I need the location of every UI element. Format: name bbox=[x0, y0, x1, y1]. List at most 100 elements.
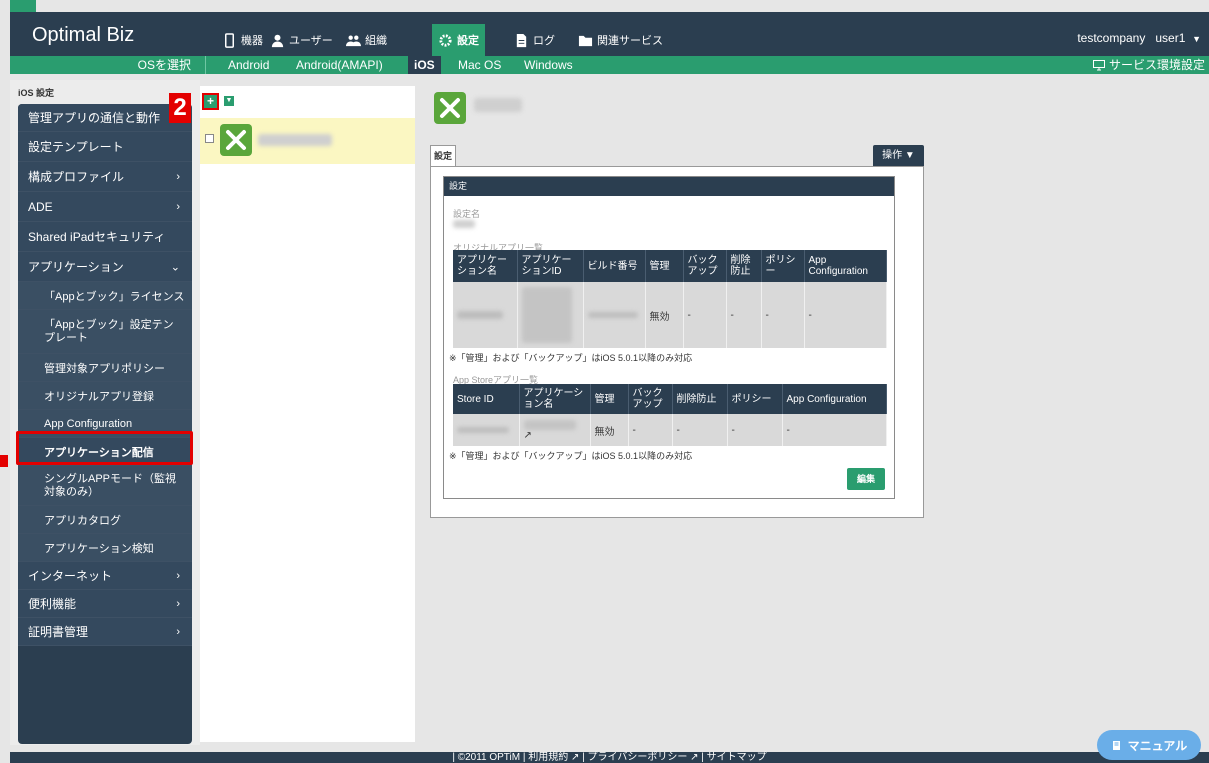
col-prevent-delete: 削除防止 bbox=[726, 250, 762, 282]
sidebar-item-vpp-template[interactable]: 「Appとブック」設定テンプレート bbox=[18, 310, 192, 354]
os-tab-android-amapi[interactable]: Android(AMAPI) bbox=[290, 56, 389, 74]
sidebar-item-label: 便利機能 bbox=[28, 597, 77, 611]
os-tab-windows[interactable]: Windows bbox=[518, 56, 579, 74]
sidebar-item-label: App Configuration bbox=[44, 417, 133, 430]
sidebar-item-managed-app-policy[interactable]: 管理対象アプリポリシー bbox=[18, 354, 192, 382]
tools-icon bbox=[220, 124, 252, 156]
device-icon bbox=[225, 32, 234, 48]
cell-managed: 無効 bbox=[645, 282, 684, 348]
chevron-down-icon: ▼ bbox=[1192, 34, 1201, 44]
add-options-dropdown[interactable]: ▼ bbox=[224, 96, 234, 106]
sidebar-item-app-detection[interactable]: アプリケーション検知 bbox=[18, 534, 192, 562]
nav-logs[interactable]: ログ bbox=[508, 26, 561, 54]
cell-managed: 無効 bbox=[590, 414, 629, 446]
section-header: 設定 bbox=[444, 177, 894, 196]
nav-devices[interactable]: 機器 bbox=[216, 26, 269, 54]
col-store-id: Store ID bbox=[453, 384, 520, 414]
table-row[interactable]: ↗ 無効 - - - - bbox=[453, 414, 887, 446]
nav-label: ユーザー bbox=[289, 35, 333, 47]
top-header: Optimal Biz 機器 ユーザー 組織 設定 ログ 関連サービス test… bbox=[10, 12, 1209, 56]
brand-logo[interactable]: Optimal Biz bbox=[32, 24, 134, 47]
sidebar-item-label: インターネット bbox=[28, 569, 113, 583]
nav-label: 設定 bbox=[457, 35, 479, 47]
edit-button[interactable]: 編集 bbox=[847, 468, 885, 490]
manual-button[interactable]: マニュアル bbox=[1097, 730, 1201, 760]
cell-app-id bbox=[517, 282, 584, 348]
highlight-box-app-distribution bbox=[16, 431, 193, 465]
document-icon bbox=[516, 33, 527, 47]
nav-label: ログ bbox=[533, 35, 555, 47]
sidebar-item-original-app[interactable]: オリジナルアプリ登録 bbox=[18, 382, 192, 410]
redacted-setting-name bbox=[453, 220, 475, 228]
sidebar-item-label: 管理アプリの通信と動作 bbox=[28, 111, 161, 125]
sidebar-item-label: オリジナルアプリ登録 bbox=[44, 390, 154, 403]
setting-name-label: 設定名 bbox=[453, 209, 481, 219]
sidebar-item-label: アプリケーション bbox=[28, 260, 124, 274]
nav-organization[interactable]: 組織 bbox=[340, 26, 393, 54]
service-settings-label: サービス環境設定 bbox=[1108, 58, 1205, 72]
external-link-icon[interactable]: ↗ bbox=[524, 430, 532, 441]
sidebar-item-setting-template[interactable]: 設定テンプレート bbox=[18, 132, 192, 162]
chevron-right-icon: › bbox=[176, 625, 180, 638]
cell-backup: - bbox=[628, 414, 673, 446]
user-name: user1 bbox=[1155, 31, 1186, 45]
chevron-right-icon: › bbox=[176, 597, 180, 610]
monitor-icon bbox=[1092, 59, 1105, 70]
nav-label: 関連サービス bbox=[597, 35, 663, 47]
operations-menu-button[interactable]: 操作 ▼ bbox=[873, 145, 924, 166]
ios-version-note: ※「管理」および「バックアップ」はiOS 5.0.1以降のみ対応 bbox=[449, 451, 693, 461]
nav-settings[interactable]: 設定 bbox=[432, 24, 485, 56]
cell-policy: - bbox=[727, 414, 783, 446]
add-setting-button[interactable]: + bbox=[202, 93, 219, 110]
cell-store-id bbox=[453, 414, 520, 446]
sidebar-item-internet[interactable]: インターネット › bbox=[18, 562, 192, 590]
footer[interactable]: | ©2011 OPTiM | 利用規約 ↗ | プライバシーポリシー ↗ | … bbox=[10, 752, 1209, 763]
col-backup: バックアップ bbox=[683, 250, 727, 282]
col-app-name: アプリケーション名 bbox=[519, 384, 591, 414]
sidebar-item-app-catalog[interactable]: アプリカタログ bbox=[18, 506, 192, 534]
col-app-configuration: App Configuration bbox=[782, 384, 887, 414]
user-icon bbox=[271, 34, 284, 47]
sidebar-item-utilities[interactable]: 便利機能 › bbox=[18, 590, 192, 618]
cell-policy: - bbox=[761, 282, 805, 348]
manual-label: マニュアル bbox=[1127, 738, 1188, 753]
chevron-down-icon: ⌄ bbox=[170, 261, 180, 273]
sidebar-item-label: 設定テンプレート bbox=[28, 140, 124, 154]
table-header-row: Store ID アプリケーション名 管理 バックアップ 削除防止 ポリシー A… bbox=[453, 384, 887, 414]
user-menu[interactable]: testcompany user1 ▼ bbox=[1077, 31, 1201, 45]
step-marker-fragment bbox=[0, 455, 8, 467]
row-checkbox[interactable] bbox=[205, 134, 214, 143]
sidebar-item-label: シングルAPPモード（監視対象のみ） bbox=[44, 472, 177, 498]
sidebar-item-certificates[interactable]: 証明書管理 › bbox=[18, 618, 192, 646]
os-tab-macos[interactable]: Mac OS bbox=[452, 56, 507, 74]
table-header-row: アプリケーション名 アプリケーションID ビルド番号 管理 バックアップ 削除防… bbox=[453, 250, 887, 282]
col-app-name: アプリケーション名 bbox=[453, 250, 518, 282]
col-managed: 管理 bbox=[590, 384, 629, 414]
cell-build bbox=[583, 282, 646, 348]
sidebar: 管理アプリの通信と動作 設定テンプレート 構成プロファイル › ADE › Shar… bbox=[18, 104, 192, 744]
sidebar-item-applications[interactable]: アプリケーション ⌄ bbox=[18, 252, 192, 282]
nav-related-services[interactable]: 関連サービス bbox=[572, 26, 669, 54]
col-managed: 管理 bbox=[645, 250, 684, 282]
sidebar-item-config-profile[interactable]: 構成プロファイル › bbox=[18, 162, 192, 192]
sidebar-item-single-app-mode[interactable]: シングルAPPモード（監視対象のみ） bbox=[18, 466, 192, 506]
service-settings-link[interactable]: サービス環境設定 bbox=[1092, 56, 1205, 74]
sidebar-item-shared-ipad[interactable]: Shared iPadセキュリティ bbox=[18, 222, 192, 252]
group-icon bbox=[346, 35, 361, 46]
tab-settings[interactable]: 設定 bbox=[430, 145, 456, 167]
ios-version-note: ※「管理」および「バックアップ」はiOS 5.0.1以降のみ対応 bbox=[449, 353, 693, 363]
sidebar-item-ade[interactable]: ADE › bbox=[18, 192, 192, 222]
chevron-right-icon: › bbox=[176, 200, 180, 213]
sidebar-item-label: 証明書管理 bbox=[28, 625, 89, 639]
os-tab-android[interactable]: Android bbox=[222, 56, 275, 74]
redacted-name bbox=[258, 134, 332, 146]
os-tab-ios[interactable]: iOS bbox=[408, 56, 441, 74]
original-apps-table: アプリケーション名 アプリケーションID ビルド番号 管理 バックアップ 削除防… bbox=[453, 250, 887, 348]
table-row[interactable]: 無効 - - - - bbox=[453, 282, 887, 348]
sidebar-item-label: 「Appとブック」ライセンス bbox=[44, 290, 185, 303]
sidebar-item-agent-communication[interactable]: 管理アプリの通信と動作 bbox=[18, 104, 192, 132]
nav-users[interactable]: ユーザー bbox=[264, 26, 339, 54]
cell-prevent-delete: - bbox=[672, 414, 728, 446]
sidebar-item-vpp-license[interactable]: 「Appとブック」ライセンス bbox=[18, 282, 192, 310]
window-corner-accent bbox=[10, 0, 36, 12]
